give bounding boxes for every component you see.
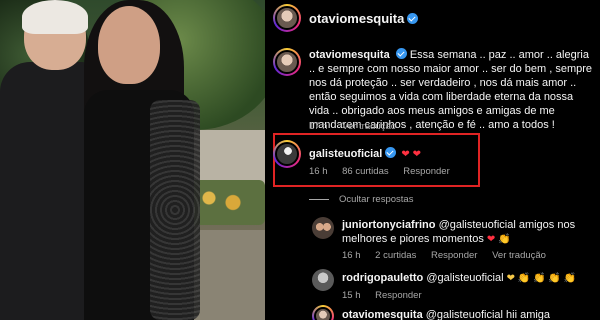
caption-text: otaviomesquita Essa semana .. paz .. amo…	[309, 48, 594, 132]
reply-username[interactable]: otaviomesquita	[342, 309, 423, 320]
lace-cardigan	[150, 100, 200, 320]
reply-button[interactable]: Responder	[403, 166, 449, 177]
caption-avatar[interactable]	[273, 48, 301, 76]
reply-username[interactable]: rodrigopauletto	[342, 272, 423, 284]
author-username[interactable]: otaviomesquita	[309, 11, 419, 26]
man-hair	[22, 0, 88, 34]
verified-icon	[395, 48, 407, 59]
reply-text: rodrigopauletto @galisteuoficial ❤ 👏 👏 👏…	[342, 271, 597, 286]
reply-time: 15 h	[342, 290, 361, 301]
comment-meta: 16 h 86 curtidas Responder	[309, 166, 462, 177]
caption-time: 17 h	[309, 121, 328, 132]
comment-username[interactable]: galisteuoficial	[309, 148, 382, 160]
reply-button[interactable]: Responder	[375, 290, 421, 301]
see-translation-link[interactable]: Ver tradução	[492, 250, 546, 261]
author-avatar[interactable]	[273, 4, 301, 32]
verified-icon	[407, 13, 419, 24]
reply-likes[interactable]: 2 curtidas	[375, 250, 416, 261]
verified-icon	[385, 147, 397, 158]
caption-body: Essa semana .. paz .. amor .. alegria ..…	[309, 49, 593, 131]
reply-text: juniortonyciafrino @galisteuoficial amig…	[342, 218, 592, 247]
galisteu-avatar[interactable]	[273, 140, 301, 168]
reply-body: @galisteuoficial	[426, 272, 504, 284]
reply-body: @galisteuoficial hii amiga	[425, 309, 551, 320]
reply-avatar[interactable]	[312, 305, 334, 320]
reply-avatar[interactable]	[312, 217, 334, 239]
heart-emoji: ❤ ❤	[401, 149, 421, 160]
reply-emojis: ❤ 👏 👏 👏 👏	[506, 273, 576, 284]
reply-text: otaviomesquita @galisteuoficial hii amig…	[342, 308, 597, 320]
comments-panel: otaviomesquita otaviomesquita Essa seman…	[265, 0, 600, 320]
reply-avatar[interactable]	[312, 269, 334, 291]
reply-emojis: ❤ 👏	[486, 234, 511, 245]
reply-meta: 15 h Responder	[342, 290, 434, 301]
woman-face	[98, 6, 160, 84]
reply-button[interactable]: Responder	[431, 250, 477, 261]
highlighted-comment: galisteuoficial ❤ ❤	[309, 147, 421, 162]
caption-username[interactable]: otaviomesquita	[309, 49, 390, 61]
comment-time: 16 h	[309, 166, 328, 177]
see-translation-link[interactable]: Ver tradução	[342, 121, 396, 132]
caption-meta: 17 h Ver tradução	[309, 121, 408, 132]
reply-meta: 16 h 2 curtidas Responder Ver tradução	[342, 250, 558, 261]
post-header: otaviomesquita	[265, 0, 600, 40]
comment-likes[interactable]: 86 curtidas	[342, 166, 388, 177]
hide-replies-button[interactable]: Ocultar respostas	[309, 194, 413, 205]
reply-username[interactable]: juniortonyciafrino	[342, 219, 436, 231]
post-photo	[0, 0, 265, 320]
reply-time: 16 h	[342, 250, 361, 261]
